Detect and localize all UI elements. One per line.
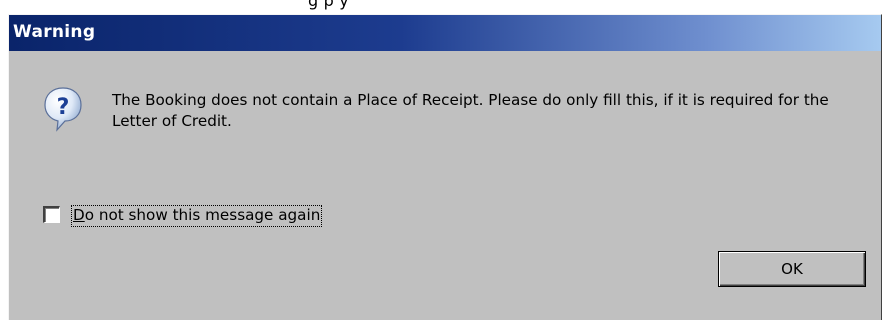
message-text: The Booking does not contain a Place of …: [112, 91, 829, 130]
svg-text:?: ?: [57, 95, 70, 120]
title-bar[interactable]: Warning: [9, 15, 881, 51]
warning-dialog: Warning ? The Booking does not contain a…: [8, 14, 882, 320]
background-partial-text: g p y: [308, 0, 349, 10]
background-window: g p y: [0, 0, 887, 12]
dont-show-again-label[interactable]: Do not show this message again: [71, 205, 323, 227]
ok-button[interactable]: OK: [718, 251, 866, 287]
label-rest: o not show this message again: [84, 206, 321, 224]
mnemonic-letter: D: [73, 206, 85, 224]
dont-show-again-checkbox[interactable]: [43, 206, 60, 223]
question-icon: ?: [44, 87, 82, 132]
dialog-title: Warning: [13, 22, 96, 42]
